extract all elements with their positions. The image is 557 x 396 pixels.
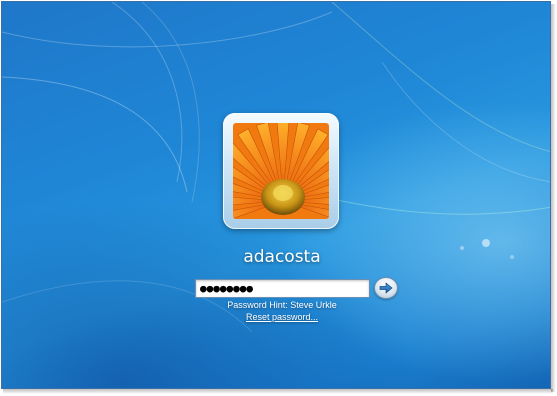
login-screen: adacosta Password Hint: Steve Urkle Rese…: [1, 1, 551, 389]
user-avatar: [223, 113, 339, 229]
submit-login-button[interactable]: [374, 277, 398, 299]
password-field[interactable]: [195, 279, 370, 298]
arrow-right-icon: [379, 282, 393, 294]
window-shadow-bottom: [3, 389, 553, 394]
reset-password-link[interactable]: Reset password...: [177, 312, 387, 322]
password-hint: Password Hint: Steve Urkle: [227, 300, 337, 310]
flower-avatar-image: [233, 123, 329, 219]
window-shadow-right: [551, 4, 556, 392]
username-label: adacosta: [243, 247, 321, 267]
